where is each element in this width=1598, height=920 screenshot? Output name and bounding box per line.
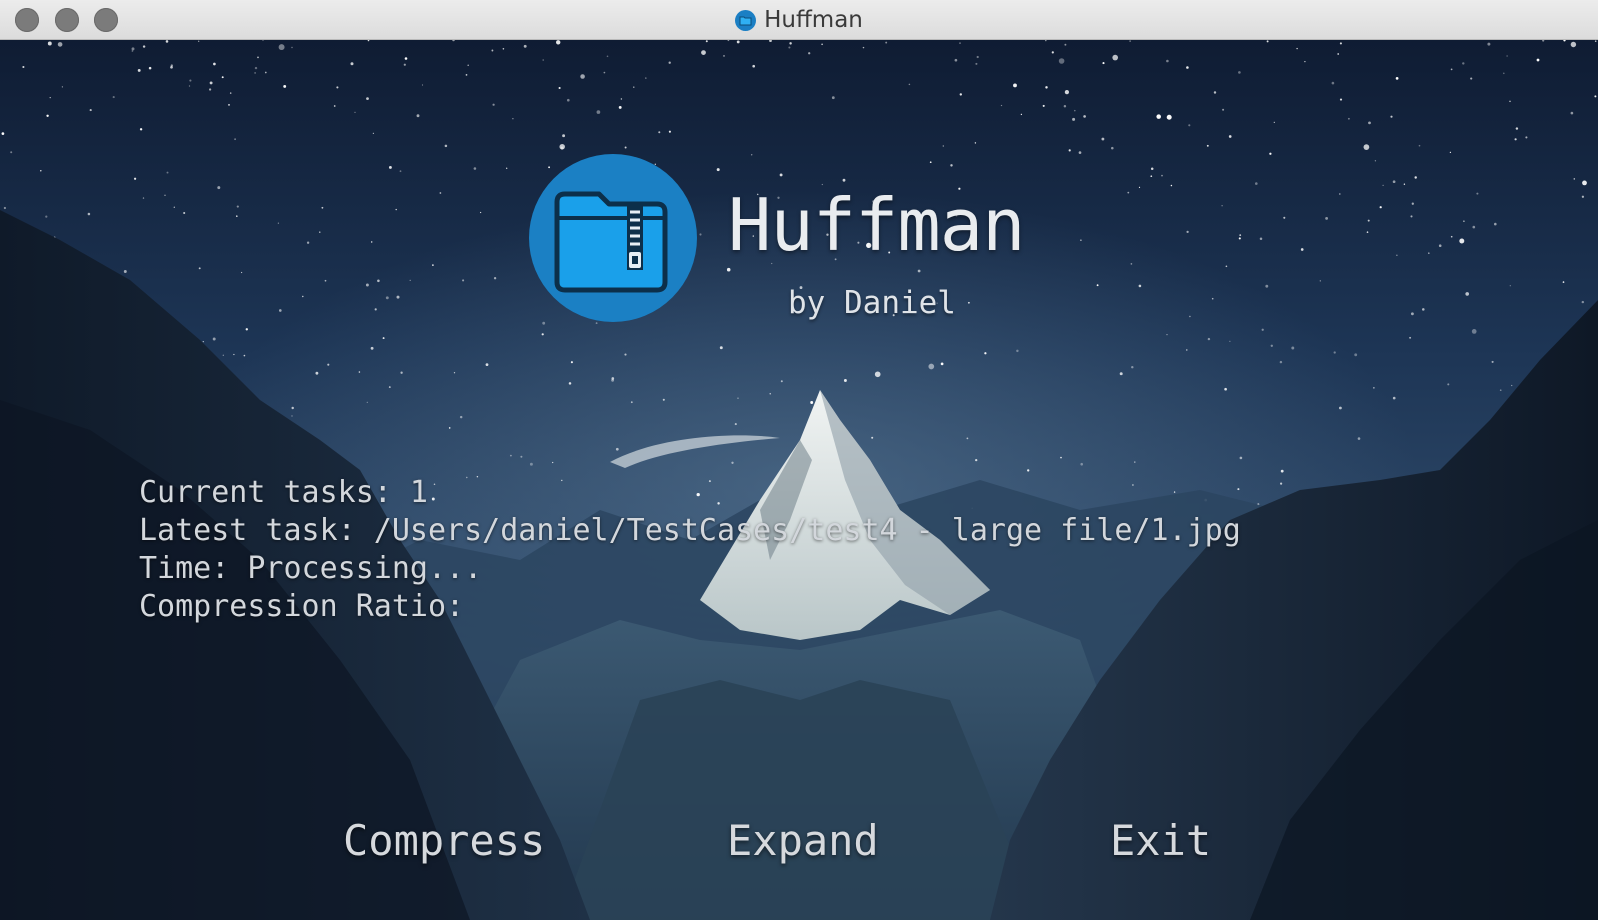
compress-button[interactable]: Compress — [343, 816, 545, 865]
archive-folder-icon — [735, 9, 757, 31]
app-window: Huffman Huffman by Daniel Current tasks:… — [0, 0, 1598, 920]
exit-button[interactable]: Exit — [1110, 816, 1211, 865]
status-panel: Current tasks: 1 Latest task: /Users/dan… — [139, 474, 1241, 626]
title-bar: Huffman — [0, 0, 1598, 40]
app-byline: by Daniel — [788, 285, 956, 321]
expand-button[interactable]: Expand — [727, 816, 879, 865]
current-tasks-text: Current tasks: 1 — [139, 475, 428, 510]
time-text: Time: Processing... — [139, 551, 483, 586]
zipped-folder-icon — [529, 154, 697, 322]
app-title: Huffman — [728, 183, 1025, 267]
latest-task-text: Latest task: /Users/daniel/TestCases/tes… — [139, 513, 1241, 548]
window-title-group: Huffman — [0, 0, 1598, 40]
compression-ratio-text: Compression Ratio: — [139, 589, 465, 624]
window-title: Huffman — [764, 7, 863, 33]
